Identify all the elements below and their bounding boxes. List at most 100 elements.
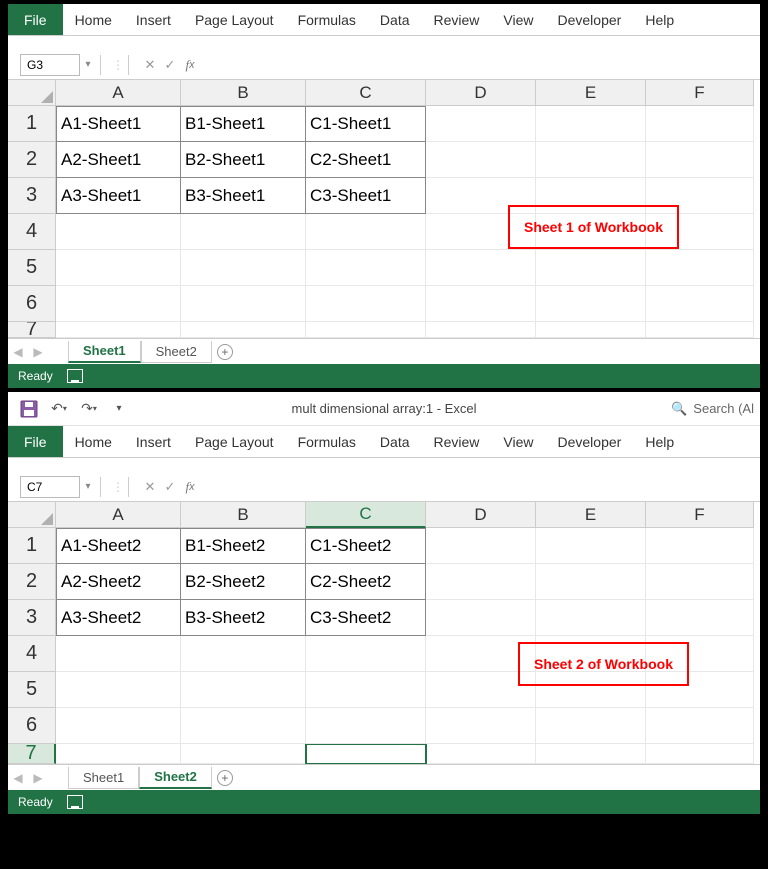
row-header-3[interactable]: 3: [8, 600, 56, 636]
cell-F2[interactable]: [646, 564, 754, 600]
cell-E2[interactable]: [536, 142, 646, 178]
cell-B3[interactable]: B3-Sheet1: [181, 178, 306, 214]
tab-review[interactable]: Review: [422, 426, 492, 457]
row-header-1[interactable]: 1: [8, 106, 56, 142]
search-box[interactable]: 🔍 Search (Al: [671, 401, 754, 417]
cell-B4[interactable]: [181, 636, 306, 672]
new-sheet-button[interactable]: +: [212, 770, 238, 786]
tab-help[interactable]: Help: [633, 426, 686, 457]
cell-B1[interactable]: B1-Sheet1: [181, 106, 306, 142]
file-tab[interactable]: File: [8, 426, 63, 457]
cell-F5[interactable]: [646, 250, 754, 286]
cell-D3[interactable]: [426, 600, 536, 636]
name-box[interactable]: C7: [20, 476, 80, 498]
col-header-D[interactable]: D: [426, 80, 536, 106]
new-sheet-button[interactable]: +: [212, 344, 238, 360]
cell-F3[interactable]: [646, 600, 754, 636]
file-tab[interactable]: File: [8, 4, 63, 35]
enter-icon[interactable]: ✓: [160, 477, 180, 497]
sheet-nav-next-icon[interactable]: ▶: [28, 767, 48, 789]
cell-C3[interactable]: C3-Sheet2: [306, 600, 426, 636]
cell-F6[interactable]: [646, 286, 754, 322]
cell-D7[interactable]: [426, 322, 536, 338]
cell-F1[interactable]: [646, 106, 754, 142]
cell-A5[interactable]: [56, 672, 181, 708]
row-header-5[interactable]: 5: [8, 250, 56, 286]
cell-C7[interactable]: [306, 744, 426, 764]
name-box-dropdown-icon[interactable]: ▾: [80, 481, 96, 492]
sheet-tab-sheet1[interactable]: Sheet1: [68, 341, 141, 363]
cancel-icon[interactable]: ✕: [140, 477, 160, 497]
cell-B3[interactable]: B3-Sheet2: [181, 600, 306, 636]
sheet-tab-sheet2[interactable]: Sheet2: [141, 341, 212, 363]
sheet-tab-sheet2[interactable]: Sheet2: [139, 767, 212, 789]
cell-E7[interactable]: [536, 322, 646, 338]
tab-formulas[interactable]: Formulas: [286, 426, 368, 457]
cell-C2[interactable]: C2-Sheet2: [306, 564, 426, 600]
cell-B4[interactable]: [181, 214, 306, 250]
row-header-3[interactable]: 3: [8, 178, 56, 214]
cell-A3[interactable]: A3-Sheet2: [56, 600, 181, 636]
select-all-corner[interactable]: [8, 80, 56, 106]
cell-D6[interactable]: [426, 286, 536, 322]
cell-B2[interactable]: B2-Sheet1: [181, 142, 306, 178]
cell-A2[interactable]: A2-Sheet1: [56, 142, 181, 178]
undo-icon[interactable]: ↶▾: [48, 398, 70, 420]
enter-icon[interactable]: ✓: [160, 55, 180, 75]
cell-C6[interactable]: [306, 286, 426, 322]
tab-insert[interactable]: Insert: [124, 426, 183, 457]
cell-E6[interactable]: [536, 286, 646, 322]
col-header-D[interactable]: D: [426, 502, 536, 528]
cell-E1[interactable]: [536, 106, 646, 142]
cell-E1[interactable]: [536, 528, 646, 564]
cell-F1[interactable]: [646, 528, 754, 564]
tab-review[interactable]: Review: [422, 4, 492, 35]
row-header-4[interactable]: 4: [8, 214, 56, 250]
macro-record-icon[interactable]: [67, 369, 83, 383]
row-header-5[interactable]: 5: [8, 672, 56, 708]
cell-C4[interactable]: [306, 214, 426, 250]
cell-A5[interactable]: [56, 250, 181, 286]
cell-B7[interactable]: [181, 744, 306, 764]
cell-D7[interactable]: [426, 744, 536, 764]
tab-data[interactable]: Data: [368, 4, 422, 35]
tab-help[interactable]: Help: [633, 4, 686, 35]
cell-B6[interactable]: [181, 708, 306, 744]
name-box[interactable]: G3: [20, 54, 80, 76]
cancel-icon[interactable]: ✕: [140, 55, 160, 75]
cell-C7[interactable]: [306, 322, 426, 338]
row-header-4[interactable]: 4: [8, 636, 56, 672]
col-header-F[interactable]: F: [646, 502, 754, 528]
cell-A6[interactable]: [56, 286, 181, 322]
sheet-tab-sheet1[interactable]: Sheet1: [68, 767, 139, 789]
save-icon[interactable]: [18, 398, 40, 420]
cell-A7[interactable]: [56, 322, 181, 338]
cell-A4[interactable]: [56, 636, 181, 672]
cell-A3[interactable]: A3-Sheet1: [56, 178, 181, 214]
tab-page-layout[interactable]: Page Layout: [183, 426, 286, 457]
cell-F2[interactable]: [646, 142, 754, 178]
cell-D5[interactable]: [426, 250, 536, 286]
cell-F7[interactable]: [646, 322, 754, 338]
col-header-E[interactable]: E: [536, 80, 646, 106]
cell-B1[interactable]: B1-Sheet2: [181, 528, 306, 564]
tab-formulas[interactable]: Formulas: [286, 4, 368, 35]
tab-home[interactable]: Home: [63, 426, 124, 457]
tab-view[interactable]: View: [491, 4, 545, 35]
row-header-1[interactable]: 1: [8, 528, 56, 564]
cell-C5[interactable]: [306, 250, 426, 286]
sheet-nav-prev-icon[interactable]: ◀: [8, 767, 28, 789]
col-header-F[interactable]: F: [646, 80, 754, 106]
cell-C5[interactable]: [306, 672, 426, 708]
cell-B7[interactable]: [181, 322, 306, 338]
cell-C3[interactable]: C3-Sheet1: [306, 178, 426, 214]
cell-C4[interactable]: [306, 636, 426, 672]
cell-C6[interactable]: [306, 708, 426, 744]
cell-E5[interactable]: [536, 250, 646, 286]
fx-icon[interactable]: fx: [180, 477, 200, 497]
cell-A4[interactable]: [56, 214, 181, 250]
sheet-nav-prev-icon[interactable]: ◀: [8, 341, 28, 363]
col-header-C[interactable]: C: [306, 502, 426, 528]
cell-A7[interactable]: [56, 744, 181, 764]
row-header-2[interactable]: 2: [8, 142, 56, 178]
